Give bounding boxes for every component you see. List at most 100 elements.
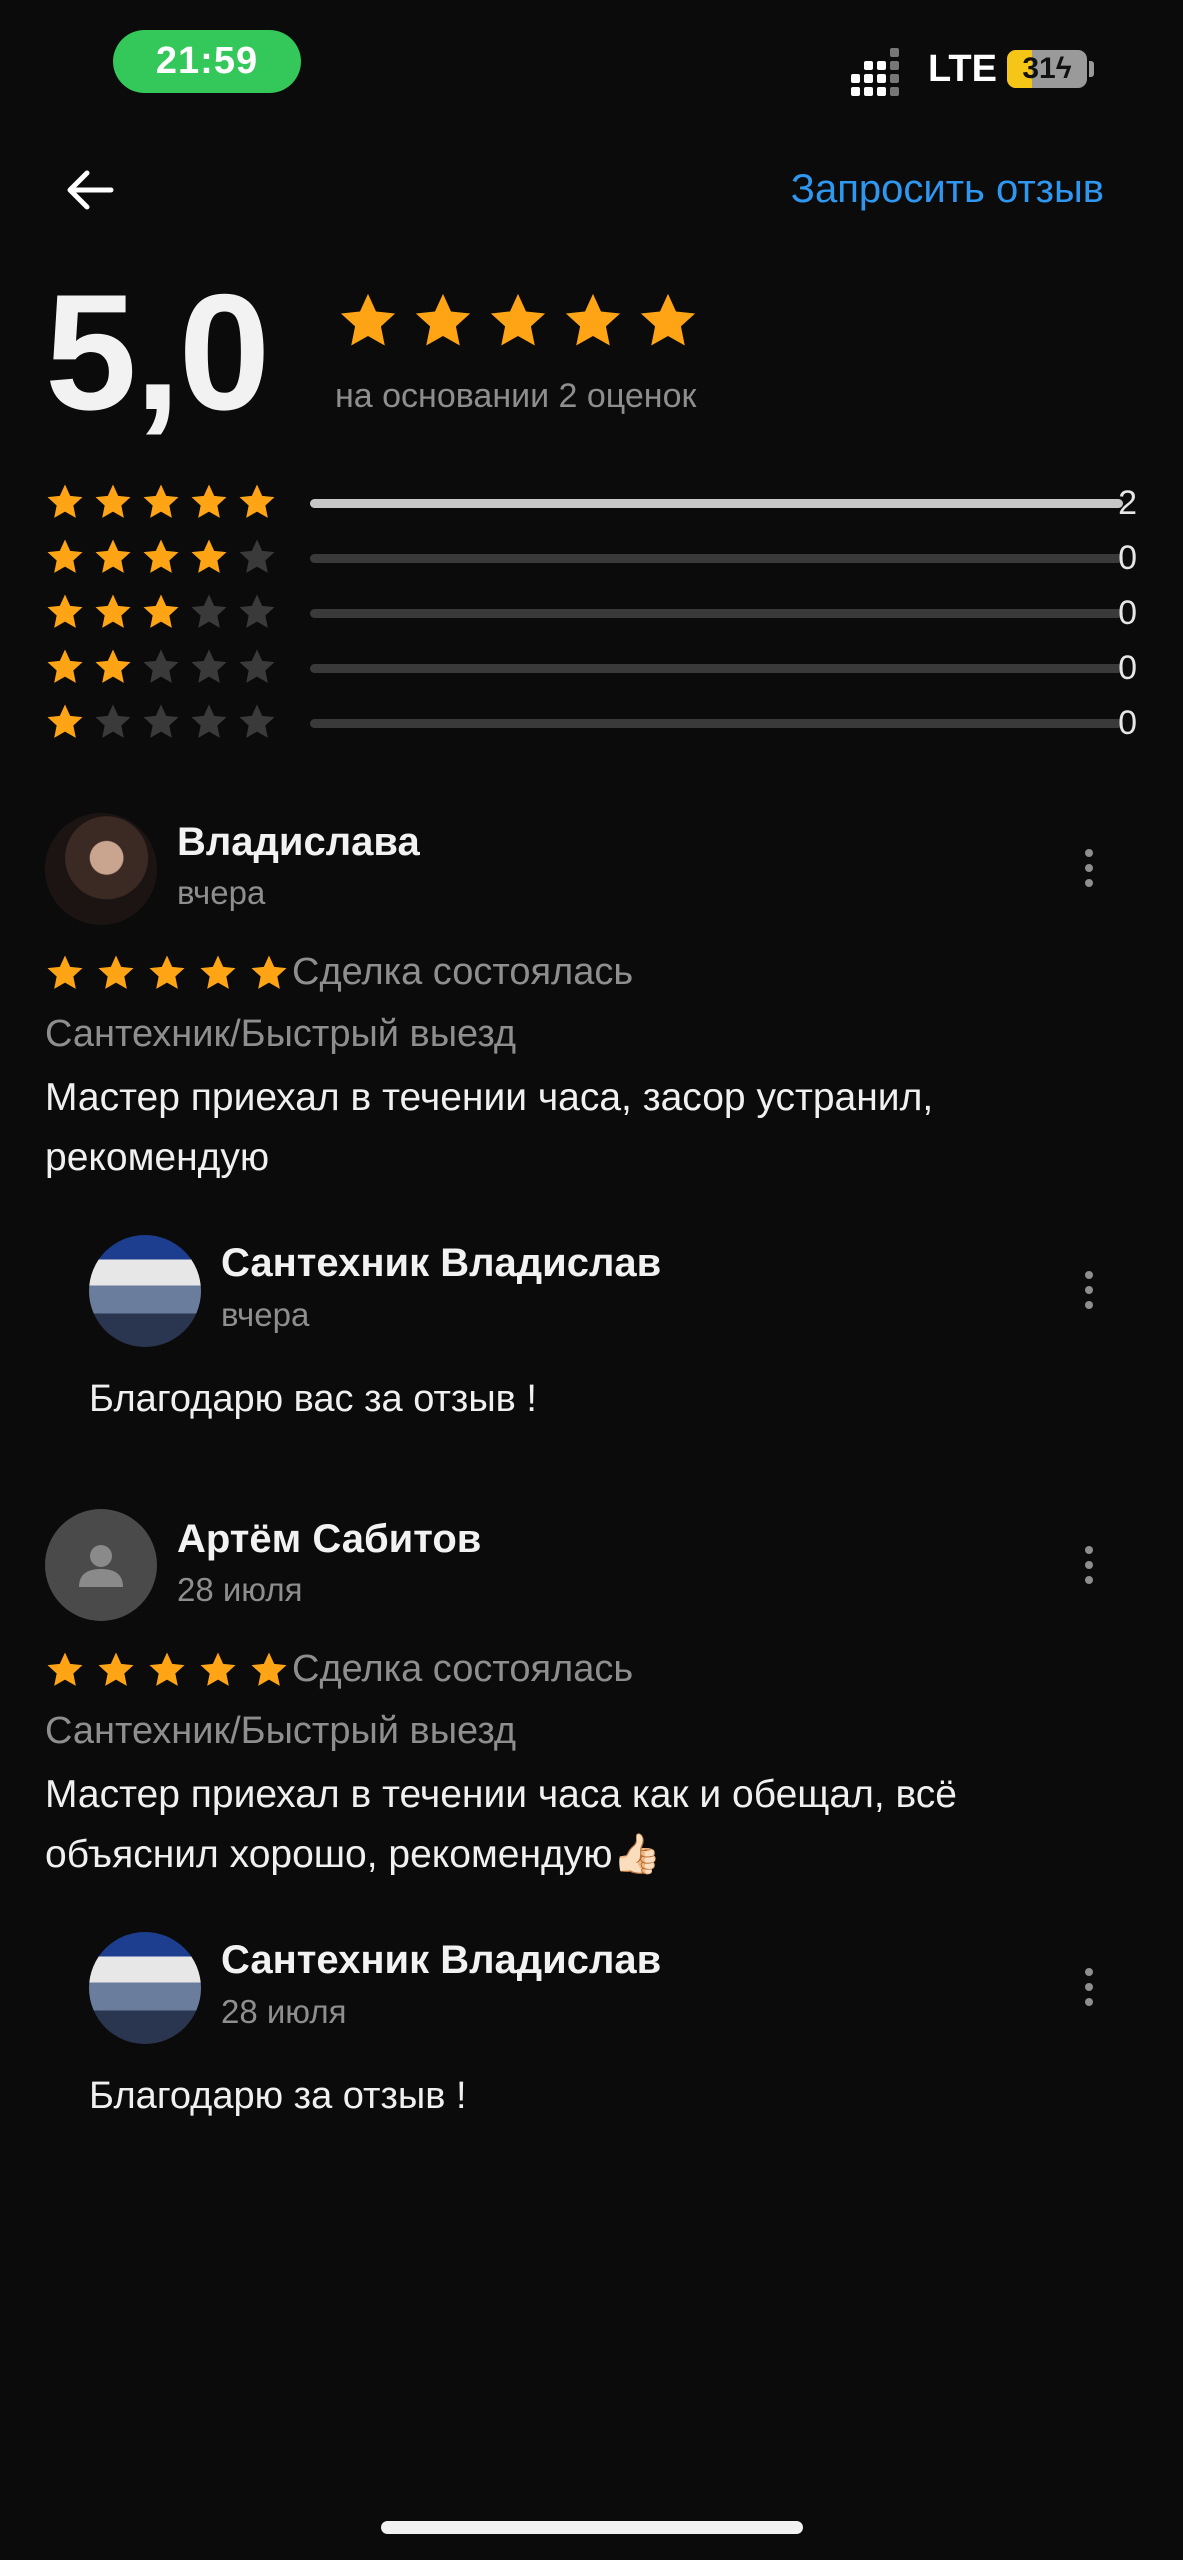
battery-icon: 31 ϟ [1007,50,1087,88]
reply-date: 28 июля [221,1993,347,2030]
star-icon [251,1652,287,1686]
reviewer-name[interactable]: Артём Сабитов [177,1517,481,1562]
distribution-stars [45,702,277,742]
star-icon [340,293,396,346]
average-rating: 5,0 [45,260,270,444]
star-icon [47,539,83,573]
star-icon [47,704,83,738]
star-icon [191,484,227,518]
star-icon [47,1652,83,1686]
distribution-row: 2 [45,478,1145,533]
rating-distribution: 2 0 0 0 0 [45,478,1145,753]
more-options-icon[interactable] [1069,838,1109,898]
star-icon [95,704,131,738]
reply-avatar[interactable] [89,1235,201,1347]
star-icon [143,484,179,518]
star-icon [640,293,696,346]
distribution-stars [45,482,277,522]
reply-author[interactable]: Сантехник Владислав [221,1938,661,1983]
star-icon [415,293,471,346]
distribution-bar [310,664,1123,673]
star-icon [490,293,546,346]
reviewer-avatar[interactable] [45,813,157,925]
reply-more-options-icon[interactable] [1069,1260,1109,1320]
star-icon [191,539,227,573]
arrow-left-icon [67,170,114,210]
service-category: Сантехник/Быстрый выезд [45,1013,517,1055]
home-indicator[interactable] [381,2521,803,2534]
star-icon [143,704,179,738]
review-text: Мастер приехал в течении часа, засор уст… [45,1076,934,1179]
distribution-stars [45,592,277,632]
distribution-bar-fill [310,499,1123,508]
reply-avatar[interactable] [89,1932,201,2044]
battery-tip [1089,61,1094,77]
distribution-count: 0 [1118,649,1137,687]
review-date: вчера [177,874,266,911]
request-review-link[interactable]: Запросить отзыв [791,167,1104,212]
star-icon [47,484,83,518]
distribution-count: 2 [1118,484,1137,522]
star-icon [149,955,185,989]
star-icon [98,1652,134,1686]
network-type: LTE [928,48,997,90]
reviewer-avatar[interactable] [45,1509,157,1621]
distribution-row: 0 [45,643,1145,698]
star-icon [239,484,275,518]
star-icon [239,704,275,738]
reply-author[interactable]: Сантехник Владислав [221,1241,661,1286]
star-icon [47,594,83,628]
signal-strength-icon [851,48,899,96]
star-icon [239,649,275,683]
battery-level-text: 31 [1022,52,1056,85]
star-icon [95,594,131,628]
more-options-icon[interactable] [1069,1535,1109,1595]
reviewer-name[interactable]: Владислава [177,820,420,865]
star-icon [191,649,227,683]
star-icon [239,539,275,573]
star-icon [98,955,134,989]
distribution-row: 0 [45,533,1145,588]
distribution-count: 0 [1118,594,1137,632]
star-icon [95,539,131,573]
reply-more-options-icon[interactable] [1069,1957,1109,2017]
back-button[interactable] [50,150,130,230]
star-icon [143,649,179,683]
star-icon [47,649,83,683]
user-placeholder-icon [79,1545,123,1587]
star-icon [47,955,83,989]
distribution-bar [310,554,1123,563]
distribution-stars [45,537,277,577]
star-icon [191,704,227,738]
review-rating-stars [45,953,289,993]
review-rating-stars [45,1650,289,1690]
star-icon [191,594,227,628]
status-bar: 21:59 LTE 31 ϟ [0,0,1183,130]
distribution-bar [310,609,1123,618]
reply-date: вчера [221,1296,310,1333]
review-date: 28 июля [177,1571,303,1608]
service-category: Сантехник/Быстрый выезд [45,1710,517,1752]
deal-status: Сделка состоялась [292,1648,634,1690]
star-icon [200,955,236,989]
reply-text: Благодарю за отзыв ! [89,2075,467,2117]
star-icon [95,484,131,518]
star-icon [565,293,621,346]
reply-text: Благодарю вас за отзыв ! [89,1378,537,1420]
deal-status: Сделка состоялась [292,951,634,993]
star-icon [200,1652,236,1686]
distribution-count: 0 [1118,704,1137,742]
star-icon [149,1652,185,1686]
distribution-stars [45,647,277,687]
star-icon [143,594,179,628]
distribution-count: 0 [1118,539,1137,577]
rating-count-caption: на основании 2 оценок [335,377,697,415]
distribution-bar [310,719,1123,728]
star-icon [143,539,179,573]
star-icon [251,955,287,989]
distribution-row: 0 [45,698,1145,753]
average-rating-stars [337,290,699,352]
review-text: Мастер приехал в течении часа как и обещ… [45,1773,957,1876]
star-icon [95,649,131,683]
star-icon [239,594,275,628]
